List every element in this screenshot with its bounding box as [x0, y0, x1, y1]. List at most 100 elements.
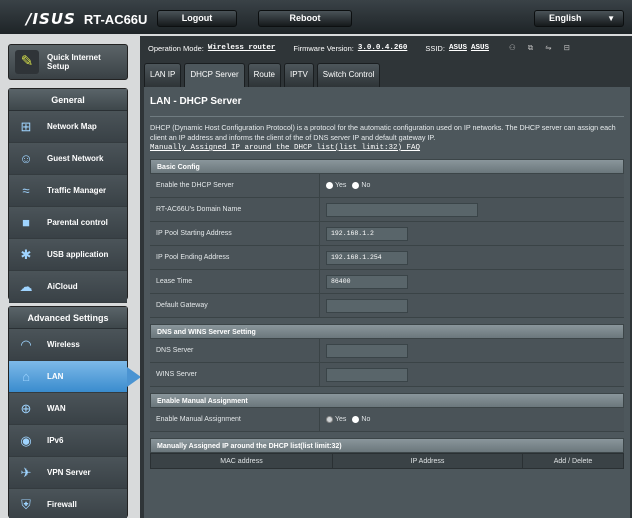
lease-time-input[interactable]: 86400	[326, 274, 408, 289]
router-model: RT-AC66U	[83, 11, 148, 27]
setting-row: Lease Time 86400	[150, 270, 624, 294]
radio-checked-icon	[352, 416, 360, 423]
setting-row: Enable the DHCP Server Yes No	[150, 174, 624, 198]
setting-row: IP Pool Ending Address 192.168.1.254	[150, 246, 624, 270]
setting-row: WINS Server	[150, 363, 624, 387]
tab-dhcp-server[interactable]: DHCP Server	[184, 63, 245, 87]
sidebar-item-wireless[interactable]: ◠ Wireless	[9, 329, 127, 361]
page-title: LAN - DHCP Server	[150, 87, 624, 117]
sidebar-item-label: Guest Network	[47, 154, 104, 163]
wand-icon: ✎	[15, 50, 39, 74]
language-select[interactable]: English ▼	[534, 10, 624, 27]
firmware-link[interactable]: 3.0.0.4.260	[358, 44, 408, 52]
top-bar: /ISUS RT-AC66U Logout Reboot English ▼	[0, 0, 632, 34]
section-header: Enable Manual Assignment	[150, 393, 624, 408]
faq-link[interactable]: Manually Assigned IP around the DHCP lis…	[150, 143, 624, 153]
advanced-settings-menu: Advanced Settings ◠ Wireless ⌂ LAN ⊕ WAN…	[8, 306, 141, 518]
sidebar-item-lan[interactable]: ⌂ LAN	[9, 361, 141, 393]
dhcp-panel: LAN - DHCP Server DHCP (Dynamic Host Con…	[144, 87, 630, 518]
setting-row: IP Pool Starting Address 192.168.1.2	[150, 222, 624, 246]
operation-mode-link[interactable]: Wireless router	[208, 44, 276, 52]
wan-icon: ⊕	[20, 400, 32, 416]
parental-control-icon: ■	[22, 214, 30, 230]
tab-route[interactable]: Route	[247, 63, 282, 87]
section-header: Basic Config	[150, 159, 624, 174]
radio-label: No	[361, 416, 371, 423]
setting-row: RT-AC66U's Domain Name	[150, 198, 624, 222]
active-indicator-arrow	[127, 367, 141, 387]
radio-unchecked-icon	[326, 416, 333, 423]
network-map-icon: ⊞	[20, 118, 32, 134]
sidebar-item-label: Parental control	[47, 218, 108, 227]
enable-dhcp-yes-radio[interactable]: Yes	[326, 182, 346, 189]
general-menu: General ⊞ Network Map ☺ Guest Network ≈ …	[8, 88, 128, 303]
advanced-settings-title: Advanced Settings	[9, 307, 127, 329]
column-ip-address: IP Address	[333, 454, 523, 468]
reboot-button[interactable]: Reboot	[258, 10, 352, 27]
sidebar-item-wan[interactable]: ⊕ WAN	[9, 393, 127, 425]
brand: /ISUS RT-AC66U	[26, 10, 147, 28]
dns-server-input[interactable]	[326, 343, 408, 358]
tab-lan-ip[interactable]: LAN IP	[144, 63, 182, 87]
firmware-label: Firmware Version:	[293, 43, 354, 53]
manual-assignment-yes-radio[interactable]: Yes	[326, 416, 346, 423]
sidebar-item-network-map[interactable]: ⊞ Network Map	[9, 111, 127, 143]
radio-label: No	[361, 182, 371, 189]
column-mac-address: MAC address	[151, 454, 333, 468]
radio-label: Yes	[335, 182, 347, 189]
manual-assignment-section: Enable Manual Assignment Enable Manual A…	[150, 393, 624, 432]
sidebar-item-label: Network Map	[47, 122, 97, 131]
basic-config-section: Basic Config Enable the DHCP Server Yes …	[150, 159, 624, 318]
sidebar-item-firewall[interactable]: ⛨ Firewall	[9, 489, 127, 518]
quick-internet-setup-button[interactable]: ✎ Quick Internet Setup	[8, 44, 128, 80]
setting-label: DNS Server	[150, 339, 320, 362]
dns-wins-section: DNS and WINS Server Setting DNS Server W…	[150, 324, 624, 387]
sidebar-item-label: LAN	[47, 372, 64, 381]
sidebar-item-parental-control[interactable]: ■ Parental control	[9, 207, 127, 239]
column-add-delete: Add / Delete	[553, 457, 593, 465]
vpn-server-icon: ✈	[20, 464, 32, 480]
tab-switch-control[interactable]: Switch Control	[316, 63, 381, 87]
default-gateway-input[interactable]	[326, 298, 408, 313]
sidebar-item-traffic-manager[interactable]: ≈ Traffic Manager	[9, 175, 127, 207]
setting-label: Enable the DHCP Server	[150, 174, 320, 197]
main-content: Operation Mode: Wireless router Firmware…	[140, 36, 632, 518]
setting-label: Default Gateway	[150, 294, 320, 317]
status-bar: Operation Mode: Wireless router Firmware…	[140, 36, 632, 60]
logout-button[interactable]: Logout	[157, 10, 237, 27]
operation-mode-label: Operation Mode:	[148, 43, 204, 53]
manual-ip-list-section: Manually Assigned IP around the DHCP lis…	[150, 438, 624, 469]
description-text: DHCP (Dynamic Host Configuration Protoco…	[150, 123, 616, 142]
enable-dhcp-no-radio[interactable]: No	[352, 182, 370, 189]
sidebar-item-aicloud[interactable]: ☁ AiCloud	[9, 271, 127, 303]
setting-label: IP Pool Ending Address	[150, 246, 320, 269]
sidebar-item-label: Traffic Manager	[47, 186, 107, 195]
asus-logo: /ISUS	[26, 10, 76, 28]
setting-row: DNS Server	[150, 339, 624, 363]
status-icons[interactable]: ⚇ ⧉ ⇋ ⊟	[509, 43, 575, 53]
sidebar-item-label: VPN Server	[47, 468, 91, 477]
pool-start-input[interactable]: 192.168.1.2	[326, 226, 408, 241]
section-header: DNS and WINS Server Setting	[150, 324, 624, 339]
general-title: General	[9, 89, 127, 111]
sidebar-item-label: AiCloud	[47, 282, 78, 291]
sidebar: ✎ Quick Internet Setup General ⊞ Network…	[8, 36, 141, 518]
tab-iptv[interactable]: IPTV	[284, 63, 314, 87]
sidebar-item-ipv6[interactable]: ◉ IPv6	[9, 425, 127, 457]
setting-label: Lease Time	[150, 270, 320, 293]
manual-assignment-no-radio[interactable]: No	[352, 416, 370, 423]
firewall-icon: ⛨	[21, 496, 31, 512]
pool-end-input[interactable]: 192.168.1.254	[326, 250, 408, 265]
ssid-link-2g[interactable]: ASUS	[449, 44, 467, 52]
ipv6-icon: ◉	[20, 432, 32, 448]
ssid-label: SSID:	[425, 43, 445, 53]
sidebar-item-vpn-server[interactable]: ✈ VPN Server	[9, 457, 127, 489]
sidebar-item-guest-network[interactable]: ☺ Guest Network	[9, 143, 127, 175]
page-description: DHCP (Dynamic Host Configuration Protoco…	[150, 123, 624, 153]
sidebar-item-usb-application[interactable]: ✱ USB application	[9, 239, 127, 271]
tab-bar: LAN IP DHCP Server Route IPTV Switch Con…	[144, 63, 381, 87]
wins-server-input[interactable]	[326, 367, 408, 382]
ssid-link-5g[interactable]: ASUS	[471, 44, 489, 52]
sidebar-item-label: Firewall	[47, 500, 77, 509]
domain-name-input[interactable]	[326, 202, 478, 217]
